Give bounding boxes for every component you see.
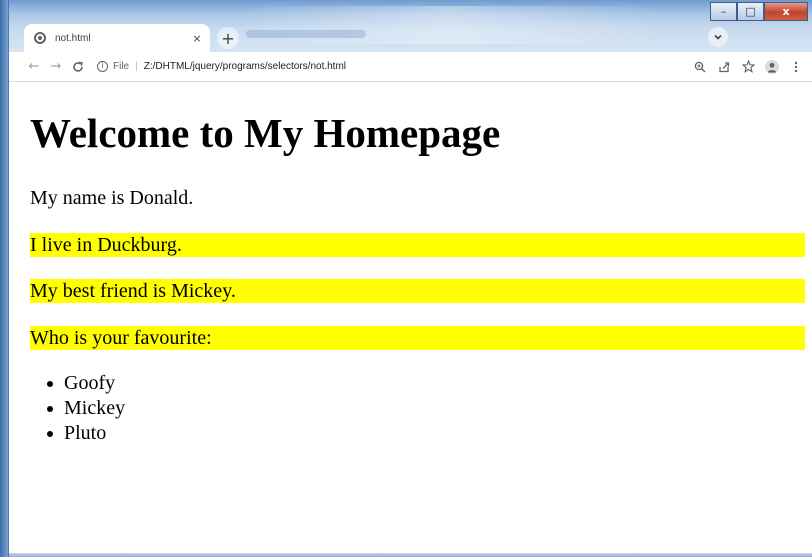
list-item-label: Pluto xyxy=(64,422,107,444)
file-scheme-label: File xyxy=(113,61,130,72)
close-window-button[interactable]: x xyxy=(764,2,808,21)
window-controls: – □ x xyxy=(710,2,808,21)
list-item: Pluto xyxy=(47,421,125,446)
url-text[interactable]: Z:/DHTML/jquery/programs/selectors/not.h… xyxy=(144,61,346,72)
tab-search-button[interactable] xyxy=(708,27,728,47)
address-bar[interactable]: i File | Z:/DHTML/jquery/programs/select… xyxy=(97,56,690,78)
paragraph-best-friend: My best friend is Mickey. xyxy=(30,279,805,303)
info-icon[interactable]: i xyxy=(97,61,108,72)
bullet-icon xyxy=(47,431,53,437)
browser-tab[interactable]: not.html × xyxy=(24,24,210,52)
page-viewport: Welcome to My Homepage My name is Donald… xyxy=(9,82,812,557)
maximize-button[interactable]: □ xyxy=(737,2,764,21)
new-tab-button[interactable]: + xyxy=(217,27,239,49)
globe-icon xyxy=(34,32,46,44)
window-bottom-border xyxy=(9,553,812,557)
kebab-menu-icon[interactable] xyxy=(786,57,806,77)
favourites-list: Goofy Mickey Pluto xyxy=(47,371,126,446)
zoom-icon[interactable] xyxy=(690,57,710,77)
tab-close-icon[interactable]: × xyxy=(190,32,204,45)
bullet-icon xyxy=(47,381,53,387)
titlebar-decoration xyxy=(239,6,659,44)
paragraph-name: My name is Donald. xyxy=(30,187,194,209)
forward-button[interactable]: → xyxy=(45,56,67,78)
list-item-label: Goofy xyxy=(64,372,116,394)
paragraph-home: I live in Duckburg. xyxy=(30,233,805,257)
paragraph-question: Who is your favourite: xyxy=(30,326,805,350)
list-item: Mickey xyxy=(47,396,126,421)
bookmark-star-icon[interactable] xyxy=(738,57,758,77)
share-icon[interactable] xyxy=(714,57,734,77)
reload-icon xyxy=(73,61,83,72)
browser-toolbar: ← → i File | Z:/DHTML/jquery/programs/se… xyxy=(9,52,812,82)
bullet-icon xyxy=(47,406,53,412)
chevron-down-icon xyxy=(714,34,722,40)
toolbar-actions xyxy=(690,57,806,77)
blurred-tab-placeholder xyxy=(246,30,366,38)
profile-avatar-icon[interactable] xyxy=(762,57,782,77)
back-button[interactable]: ← xyxy=(23,56,45,78)
page-heading: Welcome to My Homepage xyxy=(30,110,501,156)
scheme-separator: | xyxy=(135,61,138,72)
minimize-button[interactable]: – xyxy=(710,2,737,21)
list-item: Goofy xyxy=(47,371,125,396)
tab-title: not.html xyxy=(55,32,91,44)
reload-button[interactable] xyxy=(67,56,89,78)
list-item-label: Mickey xyxy=(64,397,126,419)
